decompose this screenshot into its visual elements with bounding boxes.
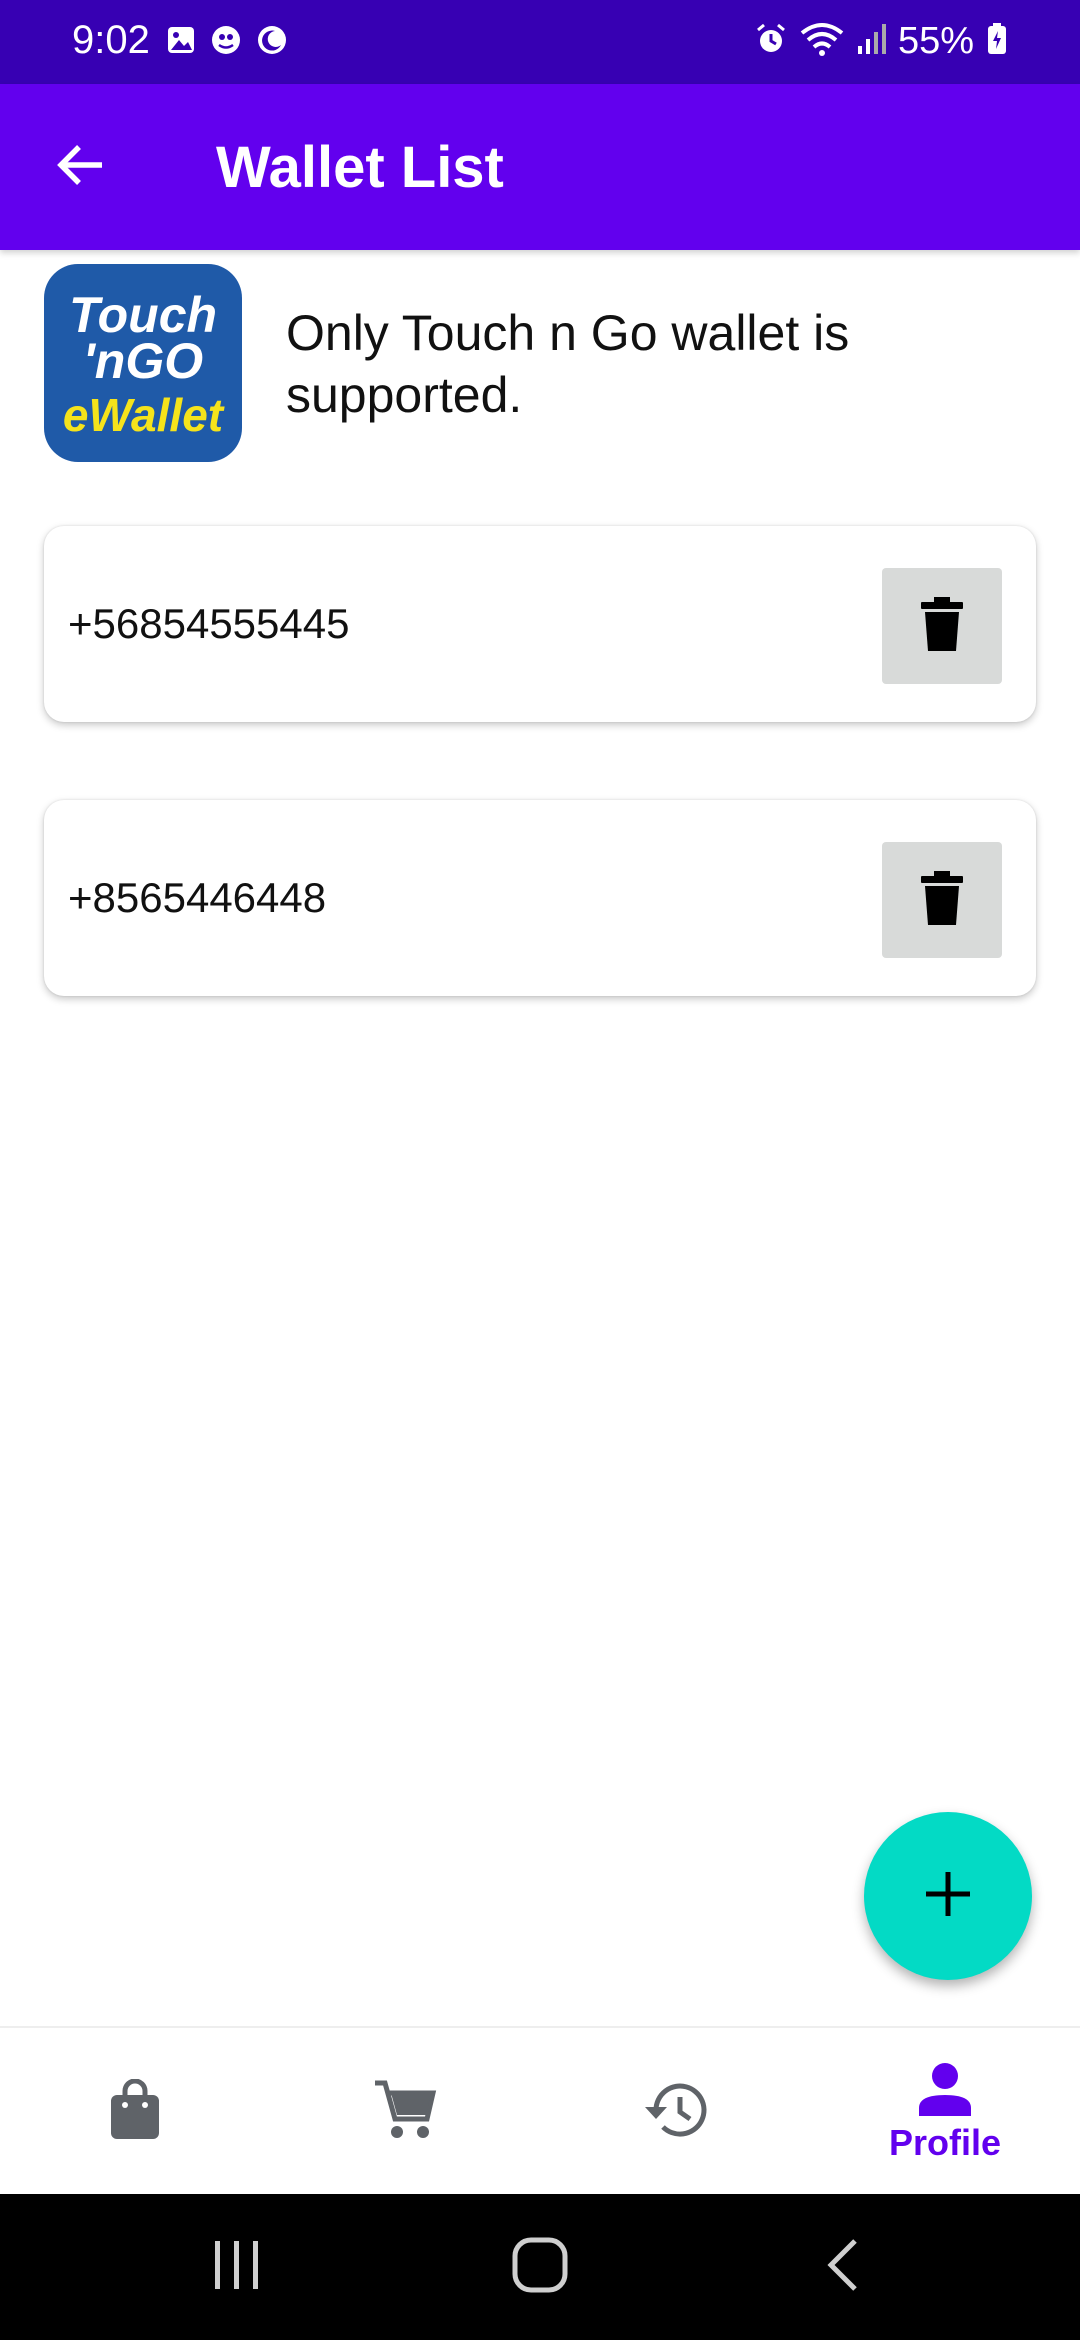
app-notification-icon <box>210 24 242 61</box>
signal-icon <box>856 22 886 61</box>
recents-icon <box>212 2239 262 2296</box>
wifi-icon <box>800 21 844 62</box>
nav-item-profile[interactable]: Profile <box>810 2028 1080 2196</box>
back-icon <box>825 2237 861 2298</box>
status-bar: 9:02 55% <box>0 0 1080 84</box>
page-title: Wallet List <box>216 135 504 200</box>
system-back-button[interactable] <box>783 2222 903 2312</box>
status-system-icons: 55% <box>754 16 1008 66</box>
cart-icon <box>373 2079 437 2146</box>
nav-label-profile: Profile <box>888 2121 1002 2163</box>
arrow-back-icon <box>52 137 108 198</box>
recents-button[interactable] <box>177 2222 297 2312</box>
wallet-phone-number: +8565446448 <box>68 874 327 921</box>
shopping-bag-icon <box>107 2078 163 2146</box>
wallet-card: +8565446448 <box>44 800 1036 996</box>
nav-item-history[interactable] <box>540 2028 810 2196</box>
home-icon <box>511 2236 569 2299</box>
status-notification-icons <box>166 24 288 61</box>
alarm-icon <box>754 22 788 61</box>
history-icon <box>642 2079 708 2146</box>
battery-icon <box>986 22 1008 61</box>
delete-wallet-button[interactable] <box>882 842 1002 958</box>
logo-line-3: eWallet <box>62 389 224 441</box>
plus-icon <box>924 1870 972 1923</box>
add-wallet-fab[interactable] <box>864 1812 1032 1980</box>
battery-percentage: 55% <box>897 20 974 62</box>
image-icon <box>166 25 196 60</box>
person-icon <box>917 2062 973 2121</box>
moon-icon <box>256 24 288 61</box>
supported-wallet-text: Only Touch n Go wallet is supported. <box>286 305 850 423</box>
back-button[interactable] <box>40 127 120 207</box>
home-button[interactable] <box>480 2222 600 2312</box>
trash-icon <box>920 596 964 657</box>
logo-line-2: 'nGO <box>82 333 204 389</box>
supported-wallet-info: Touch 'nGO eWallet Only Touch n Go walle… <box>44 264 1044 462</box>
system-navigation-bar <box>0 2194 1080 2340</box>
nav-item-cart[interactable] <box>270 2028 540 2196</box>
nav-item-shop[interactable] <box>0 2028 270 2196</box>
bottom-navigation: Profile <box>0 2026 1080 2196</box>
status-time: 9:02 <box>72 18 150 62</box>
wallet-card: +56854555445 <box>44 526 1036 722</box>
touch-n-go-logo: Touch 'nGO eWallet <box>44 264 242 462</box>
app-bar: Wallet List <box>0 84 1080 250</box>
trash-icon <box>920 870 964 931</box>
wallet-phone-number: +56854555445 <box>68 600 350 647</box>
delete-wallet-button[interactable] <box>882 568 1002 684</box>
